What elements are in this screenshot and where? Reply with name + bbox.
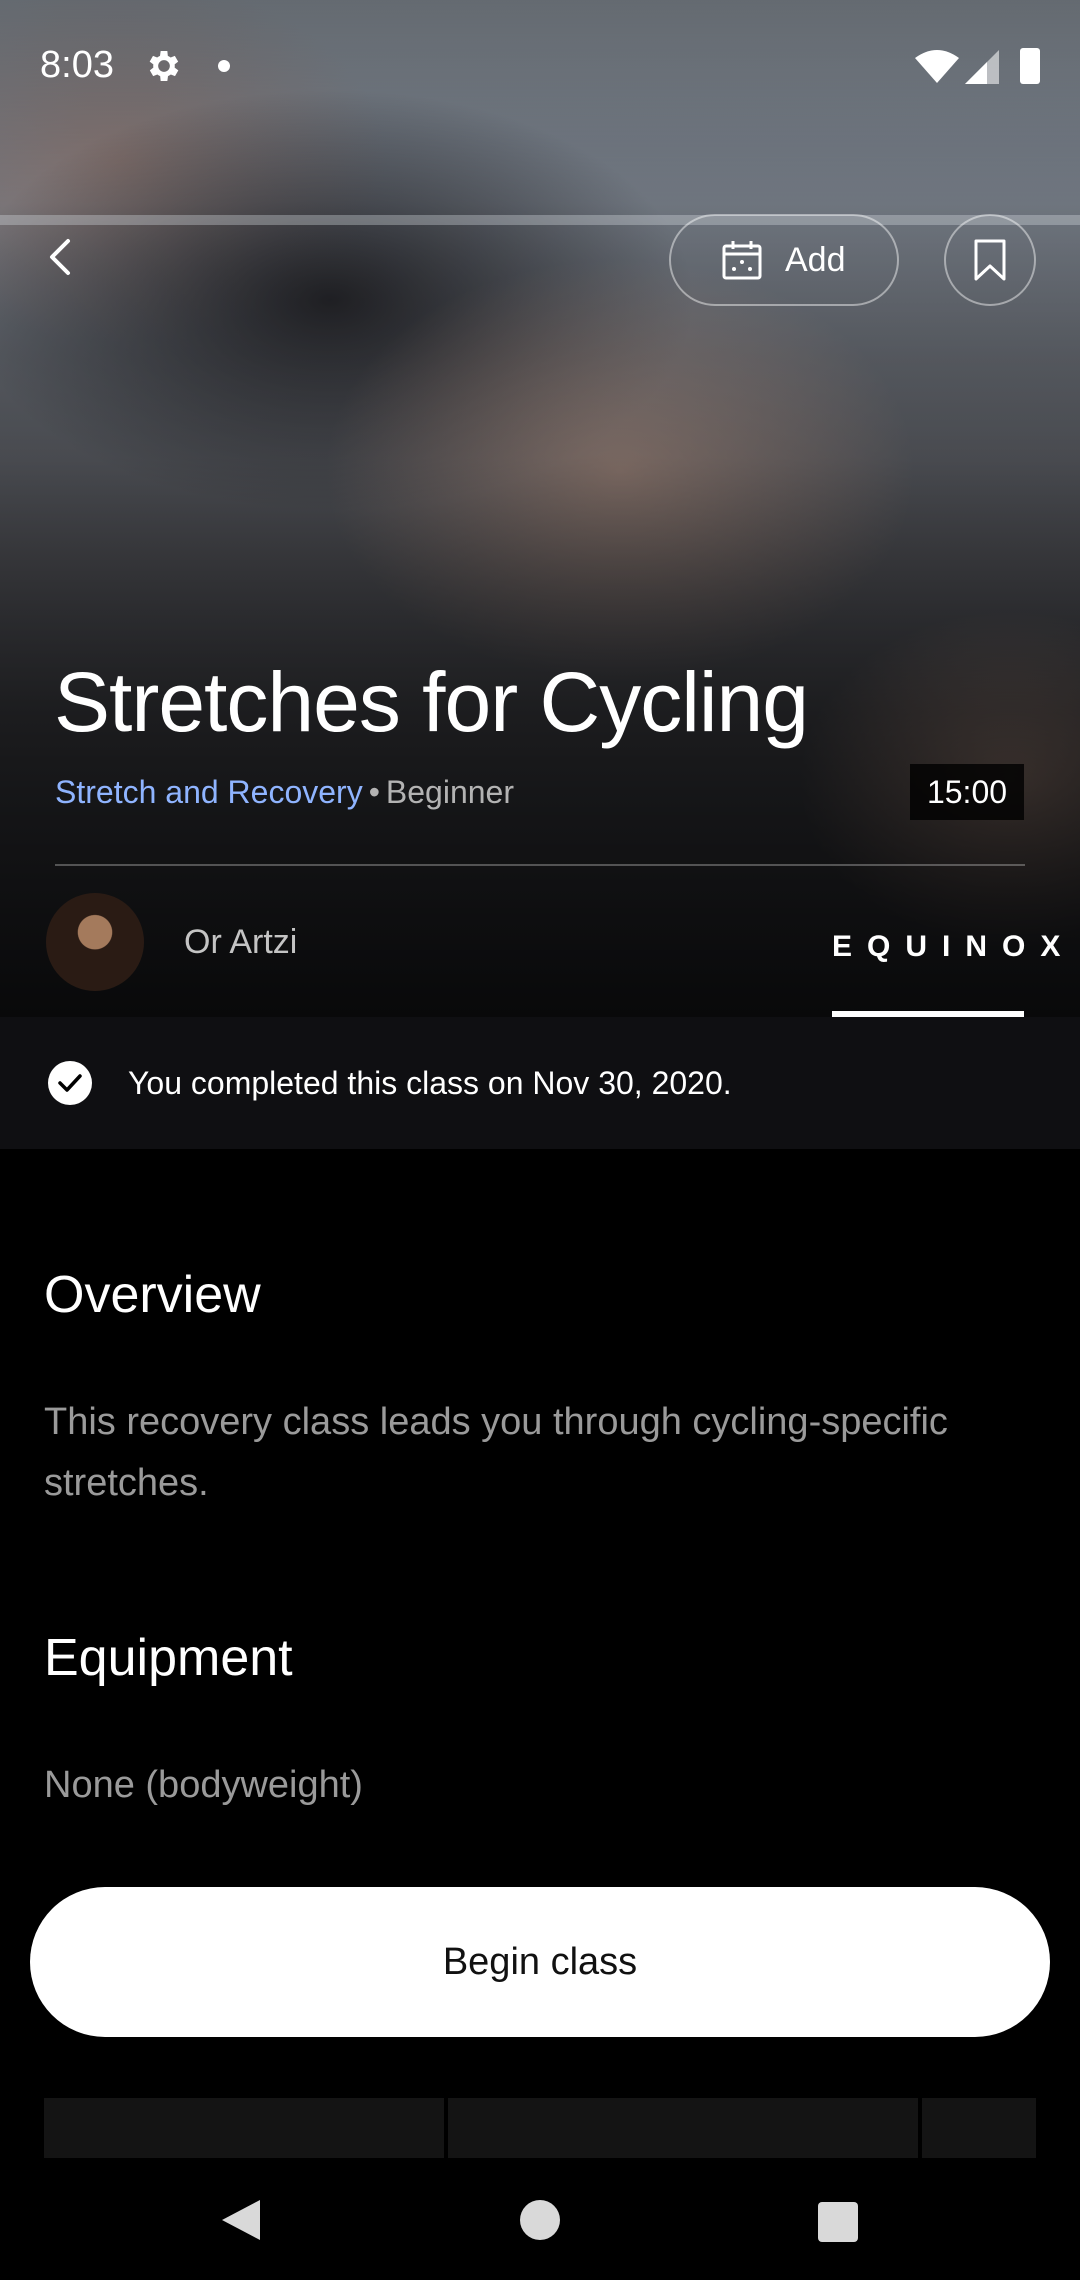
level-label: Beginner (385, 774, 514, 810)
notification-dot-icon (218, 60, 230, 72)
category-link[interactable]: Stretch and Recovery (55, 774, 363, 810)
add-button-label: Add (785, 240, 846, 279)
completion-text: You completed this class on Nov 30, 2020… (128, 1064, 732, 1101)
chevron-left-icon (50, 239, 70, 275)
gear-icon (149, 51, 179, 81)
calendar-icon (722, 241, 762, 280)
brand-logo: EQUINOX (832, 930, 1076, 963)
divider (55, 864, 1025, 866)
overview-text: This recovery class leads you through cy… (44, 1401, 948, 1504)
back-button[interactable] (34, 232, 84, 282)
partial-card (44, 2098, 444, 2158)
check-circle-icon (48, 1061, 92, 1105)
equipment-text: None (bodyweight) (44, 1764, 363, 1806)
nav-back-icon[interactable] (218, 2196, 264, 2244)
class-title: Stretches for Cycling (54, 655, 809, 749)
completion-banner: You completed this class on Nov 30, 2020… (0, 1017, 1080, 1149)
overview-heading: Overview (44, 1266, 261, 1324)
status-time: 8:03 (40, 44, 114, 86)
class-meta: Stretch and Recovery • Beginner (55, 774, 514, 811)
bookmark-button[interactable] (944, 214, 1036, 306)
nav-recents-icon[interactable] (818, 2202, 858, 2242)
add-to-calendar-button[interactable]: Add (669, 214, 899, 306)
avatar[interactable] (46, 893, 144, 991)
wifi-icon (915, 50, 959, 83)
partial-card (922, 2098, 1036, 2158)
equipment-heading: Equipment (44, 1629, 293, 1687)
duration-badge: 15:00 (910, 764, 1024, 820)
nav-home-icon[interactable] (520, 2200, 560, 2240)
instructor-name[interactable]: Or Artzi (184, 923, 297, 962)
battery-icon (1020, 48, 1040, 84)
partial-content-row (44, 2098, 1080, 2158)
system-navigation-bar (0, 2158, 1080, 2280)
status-bar: 8:03 (0, 0, 1080, 135)
partial-card (448, 2098, 918, 2158)
bookmark-icon (974, 239, 1006, 281)
meta-separator: • (368, 774, 380, 810)
begin-class-button[interactable]: Begin class (30, 1887, 1050, 2037)
signal-icon (965, 50, 999, 84)
